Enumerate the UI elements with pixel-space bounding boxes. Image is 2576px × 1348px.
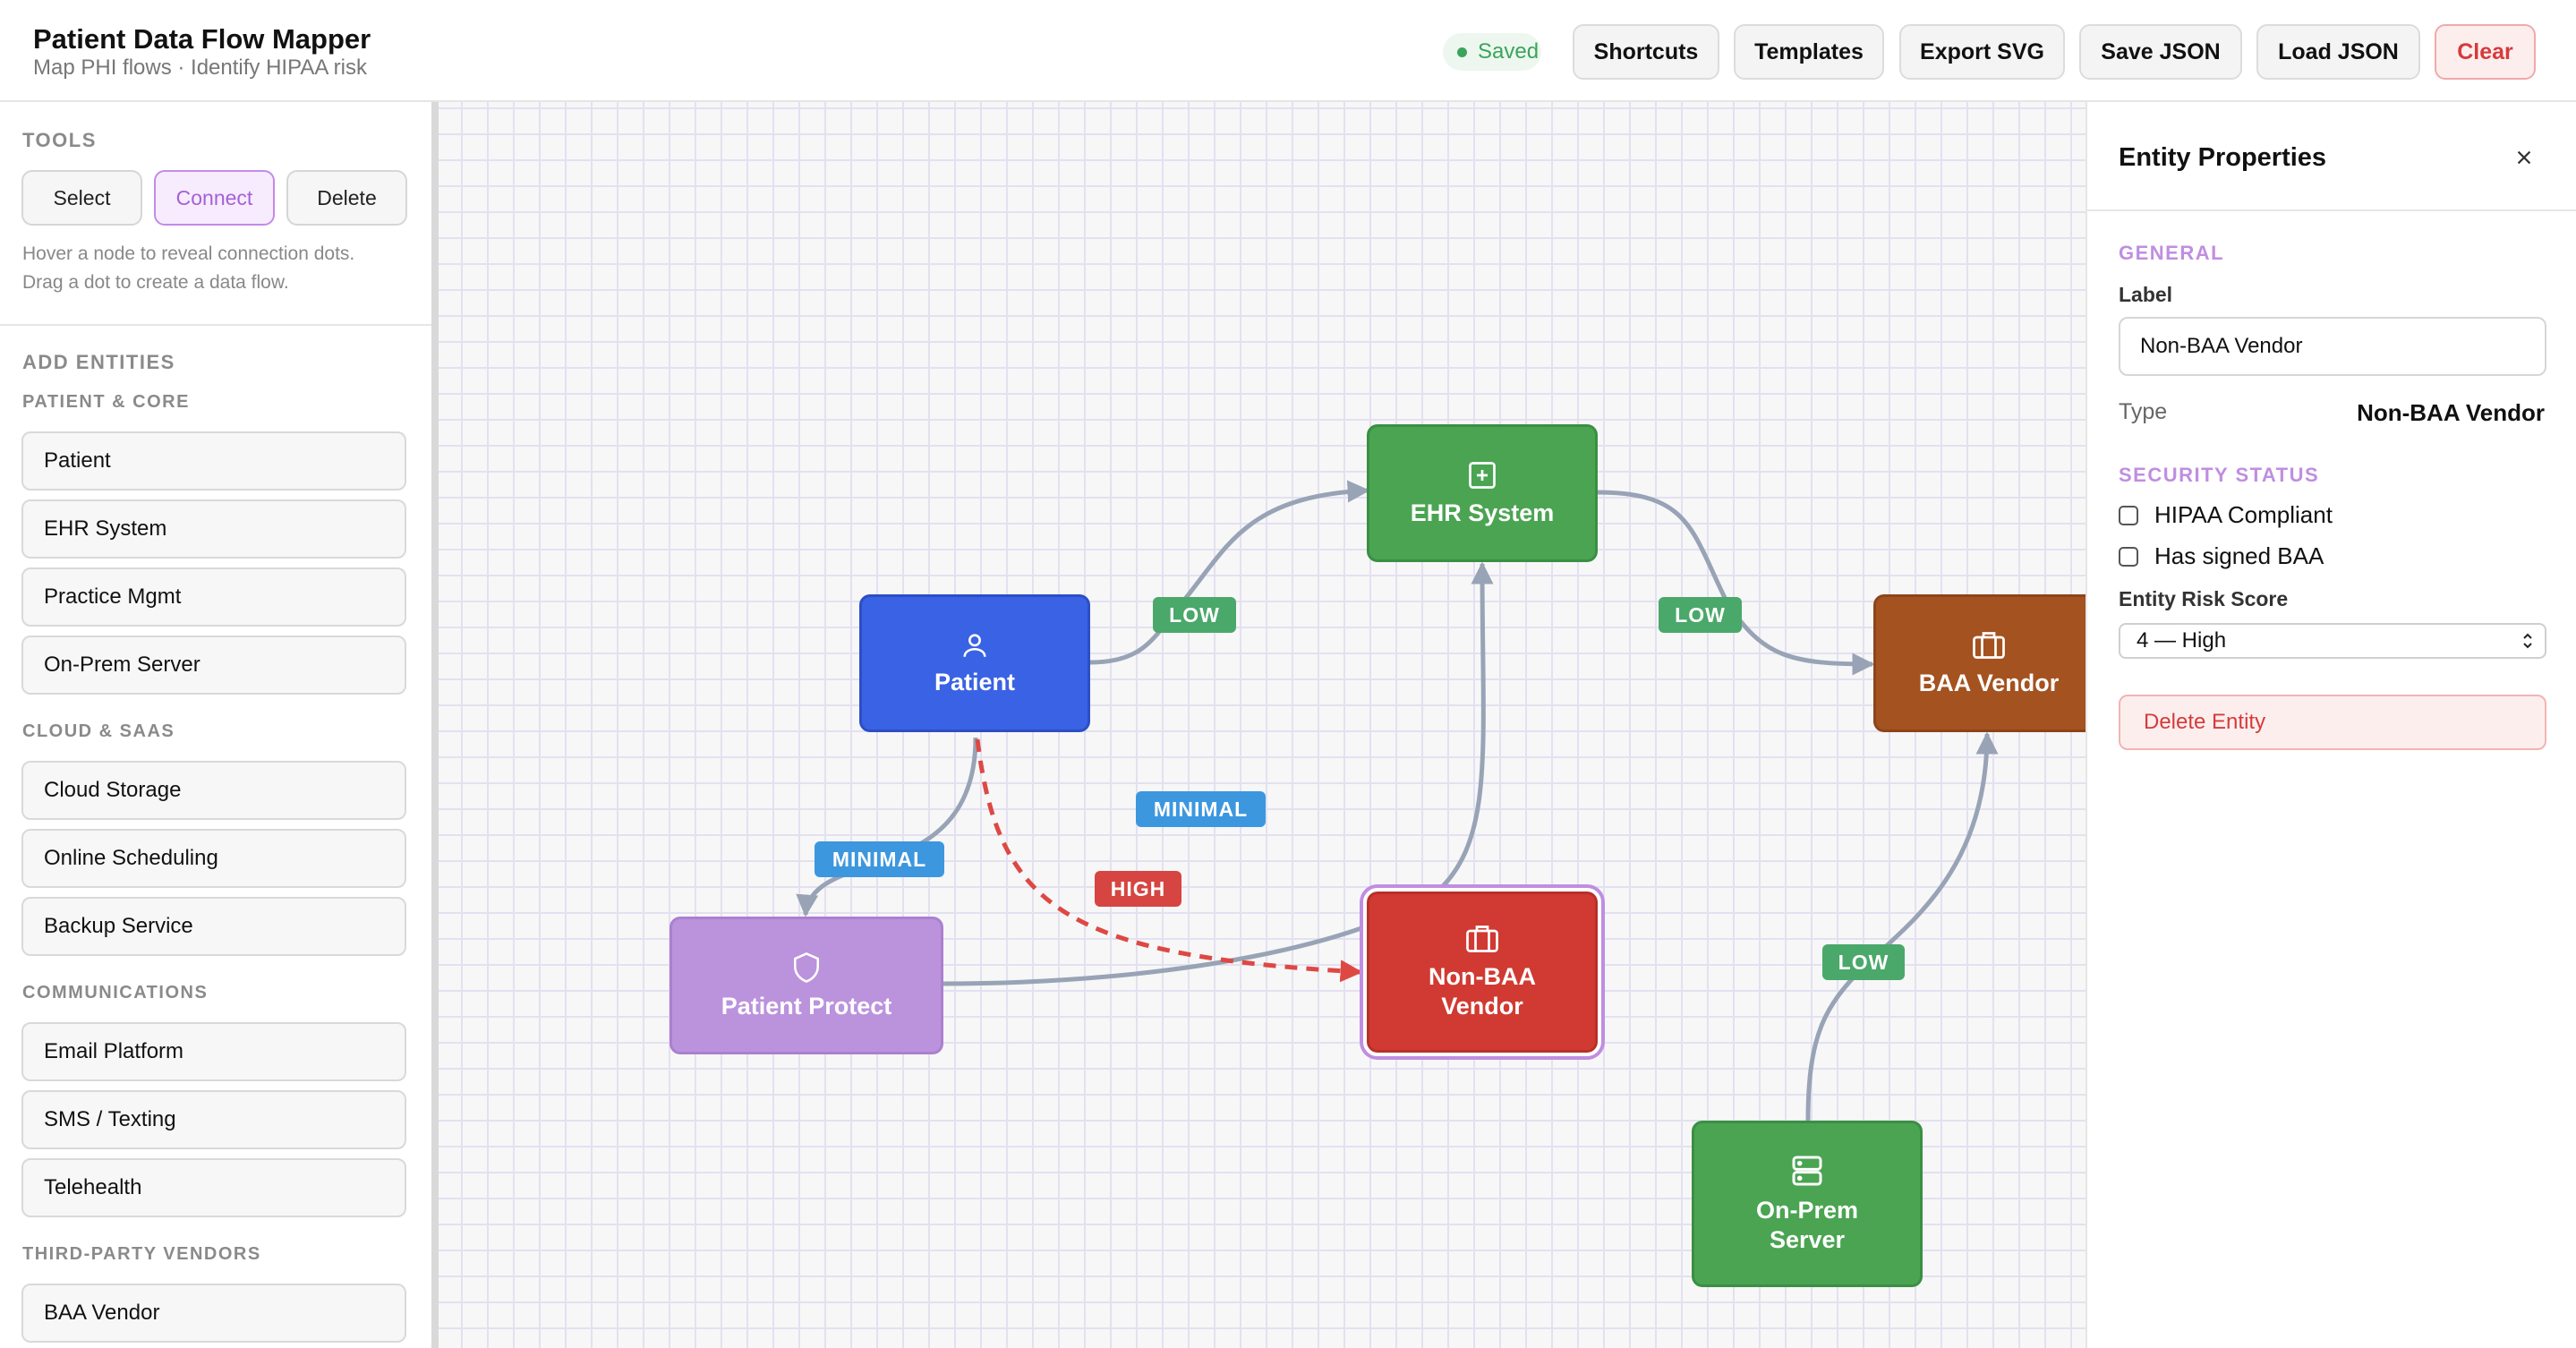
- sidebar: TOOLS Hover a node to reveal connection …: [0, 102, 433, 1348]
- edge-onprem-baa[interactable]: [1805, 731, 1999, 1122]
- app-title: Patient Data Flow Mapper: [33, 23, 371, 55]
- entity-label-input[interactable]: [2119, 317, 2546, 376]
- entity-properties-panel: Entity Properties GENERAL Label Type Non…: [2086, 102, 2576, 1348]
- sidebar-scrollbar[interactable]: [431, 102, 439, 1348]
- entity-item-ehr-system[interactable]: EHR System: [21, 499, 406, 559]
- hipaa-compliant-label: HIPAA Compliant: [2154, 501, 2333, 528]
- entity-item-backup-service[interactable]: Backup Service: [21, 897, 406, 956]
- medical-plus-icon: [1469, 461, 1496, 489]
- group-title-cloud-saas: CLOUD & SAAS: [22, 721, 175, 741]
- saved-dot-icon: [1457, 47, 1467, 57]
- risk-score-select[interactable]: 4 — High: [2119, 623, 2546, 659]
- edge-label-patient-protect[interactable]: MINIMAL: [815, 841, 944, 877]
- edge-label-ehr-baa[interactable]: LOW: [1659, 597, 1742, 633]
- load-json-button[interactable]: Load JSON: [2256, 24, 2420, 80]
- connect-tool-button[interactable]: Connect: [154, 170, 275, 226]
- hipaa-compliant-row[interactable]: HIPAA Compliant: [2119, 501, 2333, 529]
- shield-icon: [793, 951, 820, 983]
- tools-section-title: TOOLS: [22, 129, 97, 151]
- group-title-patient-core: PATIENT & CORE: [22, 392, 190, 412]
- signed-baa-row[interactable]: Has signed BAA: [2119, 542, 2324, 570]
- node-baa-vendor[interactable]: BAA Vendor: [1873, 594, 2086, 732]
- entity-item-online-scheduling[interactable]: Online Scheduling: [21, 829, 406, 888]
- delete-entity-button[interactable]: Delete Entity: [2119, 695, 2546, 750]
- briefcase-icon: [1466, 926, 1498, 952]
- close-panel-button[interactable]: [2503, 136, 2546, 179]
- delete-tool-button[interactable]: Delete: [286, 170, 407, 226]
- select-arrows-icon: [2523, 633, 2532, 649]
- security-section-title: SECURITY STATUS: [2119, 464, 2320, 486]
- briefcase-icon: [1973, 631, 2005, 659]
- node-label-line-2: Server: [1769, 1226, 1846, 1253]
- properties-title: Entity Properties: [2119, 143, 2327, 172]
- node-non-baa-vendor[interactable]: Non-BAA Vendor: [1363, 888, 1601, 1056]
- saved-status-badge: Saved: [1443, 33, 1541, 71]
- clear-button[interactable]: Clear: [2435, 24, 2536, 80]
- close-icon: [2517, 150, 2531, 165]
- edge-label-protect-ehr[interactable]: MINIMAL: [1136, 791, 1266, 827]
- sidebar-divider: [0, 324, 433, 326]
- node-label: BAA Vendor: [1918, 669, 2060, 696]
- entity-item-practice-mgmt[interactable]: Practice Mgmt: [21, 567, 406, 627]
- edge-patient-nonbaa[interactable]: [975, 738, 1363, 983]
- templates-button[interactable]: Templates: [1734, 24, 1884, 80]
- edge-label-onprem-baa[interactable]: LOW: [1822, 944, 1905, 980]
- risk-score-value: 4 — High: [2137, 628, 2227, 653]
- properties-divider: [2087, 209, 2576, 211]
- signed-baa-label: Has signed BAA: [2154, 542, 2324, 569]
- edge-patient-protect[interactable]: [796, 737, 978, 917]
- node-patient-protect[interactable]: Patient Protect: [670, 917, 943, 1054]
- hipaa-compliant-checkbox[interactable]: [2119, 505, 2138, 525]
- node-label: Patient: [934, 668, 1016, 695]
- entity-item-sms-texting[interactable]: SMS / Texting: [21, 1090, 406, 1149]
- top-bar: Patient Data Flow Mapper Map PHI flows ·…: [0, 0, 2576, 102]
- app-window: Patient Data Flow Mapper Map PHI flows ·…: [0, 0, 2576, 1348]
- flow-canvas[interactable]: LOW LOW MINIMAL MINIMAL HIGH LOW Patient…: [439, 102, 2086, 1348]
- signed-baa-checkbox[interactable]: [2119, 546, 2138, 567]
- entity-item-baa-vendor[interactable]: BAA Vendor: [21, 1284, 406, 1343]
- label-field-title: Label: [2119, 283, 2173, 306]
- edge-ehr-baa[interactable]: [1596, 490, 1875, 676]
- risk-score-title: Entity Risk Score: [2119, 587, 2289, 610]
- type-value: Non-BAA Vendor: [2357, 399, 2545, 426]
- user-icon: [963, 633, 986, 657]
- shortcuts-button[interactable]: Shortcuts: [1573, 24, 1719, 80]
- connection-hint-line-1: Hover a node to reveal connection dots.: [22, 243, 355, 264]
- node-label-line-2: Vendor: [1441, 993, 1523, 1020]
- edge-label-patient-ehr[interactable]: LOW: [1153, 597, 1236, 633]
- add-entities-title: ADD ENTITIES: [22, 351, 175, 373]
- general-section-title: GENERAL: [2119, 242, 2225, 264]
- edge-patient-ehr[interactable]: [1089, 480, 1370, 665]
- server-icon: [1792, 1156, 1822, 1186]
- node-label: EHR System: [1410, 499, 1555, 526]
- group-title-communications: COMMUNICATIONS: [22, 983, 209, 1002]
- entity-item-on-prem-server[interactable]: On-Prem Server: [21, 636, 406, 695]
- node-patient[interactable]: Patient: [859, 594, 1090, 732]
- entity-item-email-platform[interactable]: Email Platform: [21, 1022, 406, 1081]
- entity-item-cloud-storage[interactable]: Cloud Storage: [21, 761, 406, 820]
- group-title-third-party-vendors: THIRD-PARTY VENDORS: [22, 1244, 261, 1264]
- entity-item-patient[interactable]: Patient: [21, 431, 406, 491]
- node-label: Patient Protect: [721, 992, 892, 1020]
- edge-label-patient-nonbaa[interactable]: HIGH: [1095, 871, 1181, 907]
- node-ehr-system[interactable]: EHR System: [1367, 424, 1598, 562]
- save-json-button[interactable]: Save JSON: [2079, 24, 2242, 80]
- select-tool-button[interactable]: Select: [21, 170, 142, 226]
- export-svg-button[interactable]: Export SVG: [1899, 24, 2065, 80]
- node-label-line-1: Non-BAA: [1429, 963, 1536, 990]
- app-subtitle: Map PHI flows · Identify HIPAA risk: [33, 55, 367, 80]
- saved-status-text: Saved: [1478, 39, 1540, 64]
- node-on-prem-server[interactable]: On-Prem Server: [1692, 1121, 1923, 1287]
- connection-hint-line-2: Drag a dot to create a data flow.: [22, 272, 289, 293]
- entity-item-telehealth[interactable]: Telehealth: [21, 1158, 406, 1217]
- type-key: Type: [2119, 399, 2168, 424]
- node-label-line-1: On-Prem: [1755, 1197, 1859, 1224]
